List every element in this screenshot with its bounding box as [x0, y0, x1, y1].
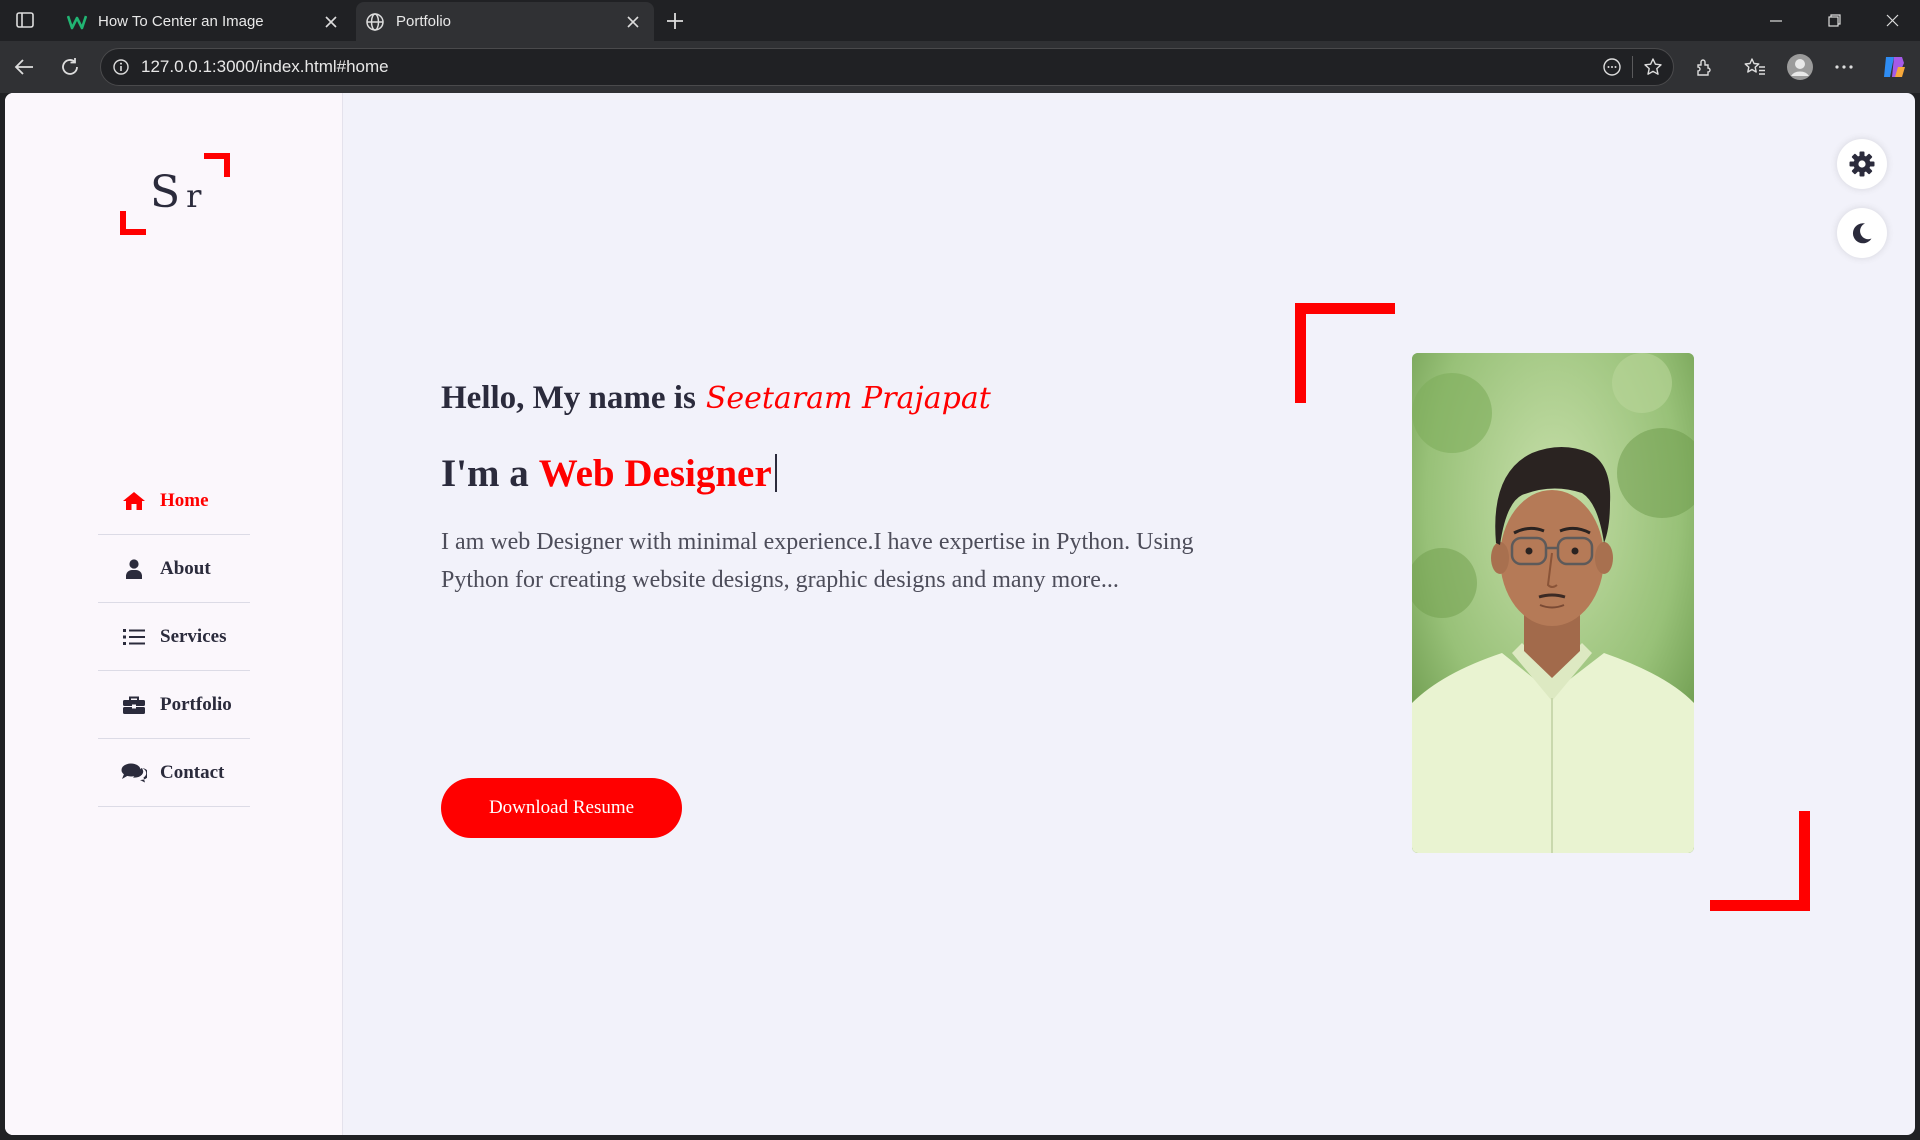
nav-label: Home	[160, 489, 209, 511]
address-bar[interactable]: 127.0.0.1:3000/index.html#home	[100, 48, 1674, 86]
new-tab-icon[interactable]	[660, 6, 690, 36]
globe-icon	[364, 11, 386, 33]
tab-label: How To Center an Image	[98, 13, 264, 30]
browser-tab-bar: How To Center an Image Portfolio	[0, 0, 1920, 41]
copilot-icon[interactable]	[1876, 49, 1912, 85]
tab-label: Portfolio	[396, 13, 452, 30]
restore-icon[interactable]	[1806, 0, 1862, 41]
reading-mode-icon[interactable]	[1592, 48, 1632, 86]
moon-icon	[1852, 223, 1872, 244]
nav-label: Portfolio	[160, 693, 232, 715]
site-logo[interactable]: Sr	[120, 153, 230, 235]
download-resume-button[interactable]: Download Resume	[441, 778, 682, 838]
comments-icon	[120, 762, 148, 784]
photo-frame-corner	[1710, 811, 1810, 911]
extensions-icon[interactable]	[1686, 49, 1722, 85]
hero-section: Hello, My name is Seetaram Prajapat I'm …	[441, 373, 1241, 838]
sidebar: Sr Home About Services Portfolio Contact	[5, 93, 343, 1135]
tab-portfolio[interactable]: Portfolio	[356, 2, 654, 41]
close-window-icon[interactable]	[1864, 0, 1920, 41]
main-nav: Home About Services Portfolio Contact	[98, 467, 250, 807]
favorite-star-icon[interactable]	[1633, 48, 1673, 86]
profile-photo	[1412, 353, 1694, 853]
more-menu-icon[interactable]	[1826, 49, 1862, 85]
logo-letters: Sr	[150, 167, 208, 218]
settings-button[interactable]	[1837, 139, 1887, 189]
briefcase-icon	[120, 694, 148, 716]
list-icon	[120, 626, 148, 648]
dark-mode-toggle[interactable]	[1837, 208, 1887, 258]
logo-bracket	[120, 211, 146, 235]
url-text[interactable]: 127.0.0.1:3000/index.html#home	[141, 57, 1592, 77]
role-heading: I'm a Web Designer	[441, 447, 1241, 499]
nav-label: About	[160, 557, 211, 579]
browser-toolbar: 127.0.0.1:3000/index.html#home	[0, 41, 1920, 93]
page-viewport: Sr Home About Services Portfolio Contact…	[5, 93, 1915, 1135]
nav-item-contact[interactable]: Contact	[98, 739, 250, 807]
site-info-icon[interactable]	[101, 59, 141, 75]
hero-name: Seetaram Prajapat	[705, 380, 991, 416]
w-logo-icon	[66, 11, 88, 33]
nav-item-services[interactable]: Services	[98, 603, 250, 671]
favorites-icon[interactable]	[1737, 49, 1773, 85]
typing-caret	[774, 454, 777, 492]
nav-label: Contact	[160, 761, 225, 783]
logo-bracket	[204, 153, 230, 177]
user-icon	[120, 558, 148, 580]
hero-description: I am web Designer with minimal experienc…	[441, 529, 1194, 593]
home-icon	[120, 490, 148, 512]
close-tab-icon[interactable]	[618, 7, 648, 37]
nav-label: Services	[160, 625, 227, 647]
gear-icon	[1849, 151, 1875, 177]
close-tab-icon[interactable]	[316, 7, 346, 37]
profile-avatar-icon[interactable]	[1782, 49, 1818, 85]
back-arrow-icon[interactable]	[6, 49, 42, 85]
photo-frame-corner	[1295, 303, 1395, 403]
nav-item-home[interactable]: Home	[98, 467, 250, 535]
nav-item-portfolio[interactable]: Portfolio	[98, 671, 250, 739]
nav-item-about[interactable]: About	[98, 535, 250, 603]
minimize-icon[interactable]	[1748, 0, 1804, 41]
sidebar-toggle-icon[interactable]	[10, 8, 40, 32]
typed-role: Web Designer	[538, 451, 772, 495]
greeting-heading: Hello, My name is Seetaram Prajapat	[441, 379, 991, 416]
reload-icon[interactable]	[52, 49, 88, 85]
tab-how-to-center[interactable]: How To Center an Image	[58, 2, 352, 41]
